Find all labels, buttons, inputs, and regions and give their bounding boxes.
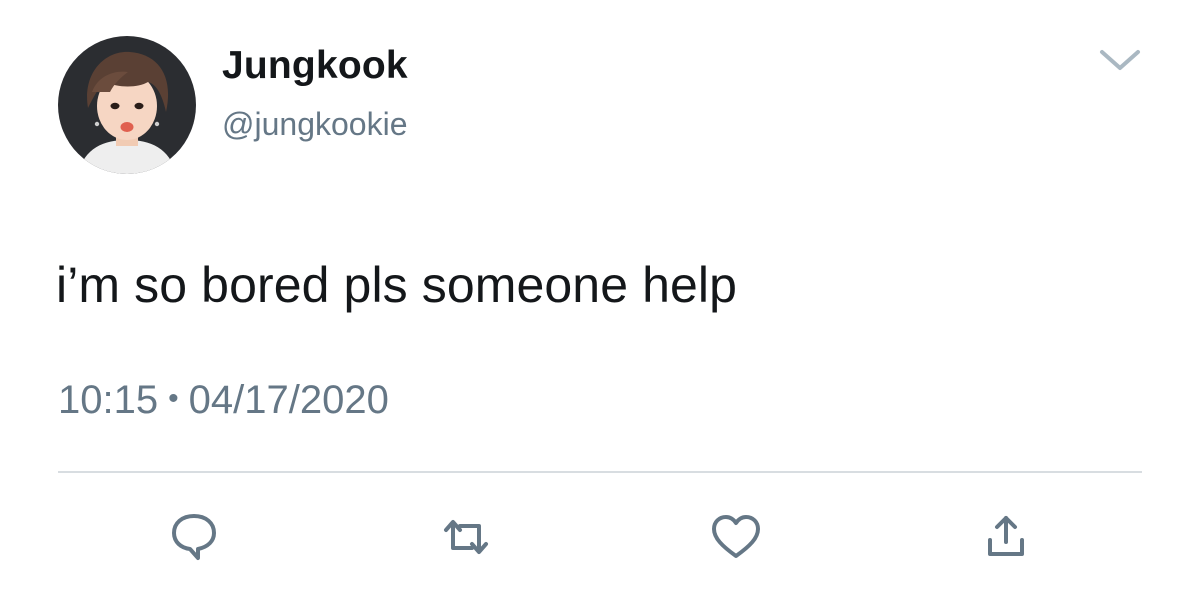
user-handle[interactable]: @jungkookie — [222, 106, 407, 143]
share-button[interactable] — [976, 510, 1036, 564]
tweet-date: 04/17/2020 — [188, 378, 389, 422]
share-upload-icon — [988, 516, 1024, 556]
retweet-icon — [444, 520, 488, 554]
divider — [58, 471, 1142, 473]
avatar[interactable] — [58, 36, 196, 174]
tweet-timestamp[interactable]: 10:15 • 04/17/2020 — [58, 378, 389, 423]
display-name[interactable]: Jungkook — [222, 44, 408, 88]
tweet-card: Jungkook @jungkookie i’m so bored pls so… — [0, 0, 1200, 589]
retweet-button[interactable] — [436, 510, 496, 564]
tweet-text: i’m so bored pls someone help — [56, 257, 738, 313]
more-options-button[interactable] — [1096, 40, 1144, 80]
like-button[interactable] — [706, 510, 766, 564]
avatar-photo-icon — [58, 36, 196, 174]
timestamp-separator: • — [168, 382, 179, 415]
reply-bubble-icon — [172, 514, 216, 560]
heart-icon — [712, 515, 760, 558]
tweet-time: 10:15 — [58, 378, 159, 422]
reply-button[interactable] — [164, 510, 224, 564]
chevron-down-icon — [1100, 50, 1140, 70]
